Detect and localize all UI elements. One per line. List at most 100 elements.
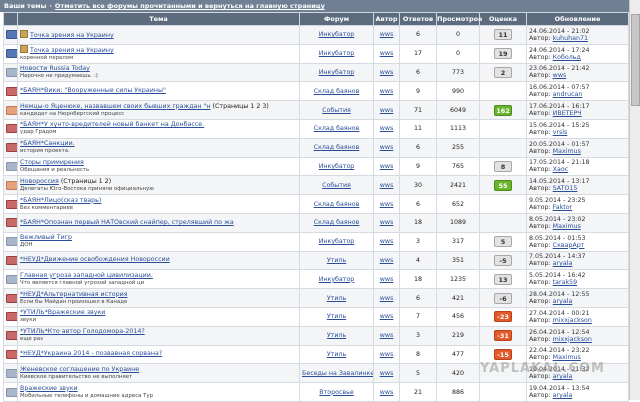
forum-link[interactable]: Второсвье (319, 389, 353, 396)
col-forum[interactable]: Форум (299, 12, 374, 26)
topic-title-link[interactable]: Новости Russia Today (20, 65, 90, 72)
forum-link[interactable]: Утиль (327, 313, 346, 320)
update-author-link[interactable]: Faktor (553, 204, 572, 211)
topic-title-link[interactable]: Немцы-о Яценюке, назвавшем своих бывших … (20, 103, 211, 110)
update-author-link[interactable]: Maximus (553, 223, 581, 230)
topic-title-link[interactable]: *БАЯН*Вики: "Вооруженные силы Украины" (20, 87, 166, 94)
author-link[interactable]: wws (380, 144, 394, 151)
author-link[interactable]: wws (380, 332, 394, 339)
forum-link[interactable]: Склад баянов (314, 88, 360, 95)
topic-title-link[interactable]: *БАЯН*Лицо(сказ тварь) (20, 197, 101, 204)
topic-pages[interactable]: (Страницы 1 2) (61, 178, 111, 185)
topic-title-link[interactable]: *БАЯН*У хунто-вредителей новый банкет на… (20, 121, 204, 128)
rating-badge[interactable]: 19 (494, 48, 512, 60)
col-replies[interactable]: Ответов (399, 12, 437, 26)
update-author-link[interactable]: SATO15 (553, 185, 578, 192)
topic-title-link[interactable]: *УТИЛЬ*Кто автор Голодомора-2014? (20, 328, 145, 335)
update-author-link[interactable]: mixxjackson (553, 317, 592, 324)
forum-link[interactable]: События (322, 182, 351, 189)
forum-link[interactable]: Склад баянов (314, 144, 360, 151)
update-author-link[interactable]: vrsls (553, 129, 568, 136)
update-author-link[interactable]: mixxjackson (553, 336, 592, 343)
rating-badge[interactable]: -23 (494, 311, 512, 323)
topic-title-link[interactable]: *БАЯН*Опознан первый НАТОвский снайпер, … (20, 219, 234, 226)
col-rating[interactable]: Оценка (479, 12, 527, 26)
update-author-link[interactable]: aryala (553, 260, 573, 267)
author-link[interactable]: wws (380, 389, 394, 396)
update-author-link[interactable]: tarak59 (553, 279, 577, 286)
topic-title-link[interactable]: *НЕУД*Движение освобождения Новороссии (20, 256, 170, 263)
author-link[interactable]: wws (380, 238, 394, 245)
author-link[interactable]: wws (380, 219, 394, 226)
author-link[interactable]: wws (380, 182, 394, 189)
col-author[interactable]: Автор (373, 12, 400, 26)
rating-badge[interactable]: -15 (494, 348, 512, 360)
forum-link[interactable]: Утиль (327, 332, 346, 339)
update-author-link[interactable]: Кобольд (553, 54, 581, 61)
forum-link[interactable]: Утиль (327, 295, 346, 302)
col-views[interactable]: Просмотров (436, 12, 482, 26)
topic-title-link[interactable]: Вражеские звуки (20, 385, 78, 392)
update-author-link[interactable]: aryala (553, 392, 573, 399)
author-link[interactable]: wws (380, 370, 394, 377)
author-link[interactable]: wws (380, 201, 394, 208)
topic-title-link[interactable]: *УТИЛЬ*Вражеские звуки (20, 309, 105, 316)
author-link[interactable]: wws (380, 313, 394, 320)
rating-badge[interactable]: -6 (494, 292, 512, 304)
rating-badge[interactable]: -31 (494, 330, 512, 342)
forum-link[interactable]: Утиль (327, 257, 346, 264)
author-link[interactable]: wws (380, 125, 394, 132)
forum-link[interactable]: Инкубатор (319, 50, 355, 57)
topic-title-link[interactable]: *НЕУД*Альтернативная история (20, 291, 128, 298)
author-link[interactable]: wws (380, 50, 394, 57)
author-link[interactable]: wws (380, 276, 394, 283)
topic-title-link[interactable]: *НЕУД*Украина 2014 - позвавная сорвана? (20, 350, 162, 357)
forum-link[interactable]: События (322, 107, 351, 114)
topic-title-link[interactable]: Точка зрения на Украину (30, 32, 114, 39)
rating-badge[interactable]: -5 (494, 254, 512, 266)
topic-title-link[interactable]: Сторы примирения (20, 159, 84, 166)
author-link[interactable]: wws (380, 295, 394, 302)
topic-title-link[interactable]: Точка зрения на Украину (30, 47, 114, 54)
update-author-link[interactable]: ИВЕТЕРЧ (553, 110, 582, 117)
rating-badge[interactable]: 162 (494, 104, 512, 116)
author-link[interactable]: wws (380, 351, 394, 358)
forum-link[interactable]: Склад баянов (314, 219, 360, 226)
scrollbar-thumb[interactable] (631, 14, 640, 106)
topic-title-link[interactable]: *БАЯН*Санкции. (20, 140, 75, 147)
author-link[interactable]: wws (380, 163, 394, 170)
topic-title-link[interactable]: Новороссия (20, 178, 59, 185)
mark-all-read-link[interactable]: Отметить все форумы прочитанными и верну… (55, 2, 325, 10)
vertical-scrollbar[interactable] (629, 0, 640, 400)
update-author-link[interactable]: aryala (553, 298, 573, 305)
rating-badge[interactable]: 55 (494, 179, 512, 191)
author-link[interactable]: wws (380, 31, 394, 38)
forum-link[interactable]: Инкубатор (319, 276, 355, 283)
forum-link[interactable]: Инкубатор (319, 163, 355, 170)
update-author-link[interactable]: СкварАрт (553, 242, 585, 249)
update-author-link[interactable]: Хаос (553, 166, 569, 173)
topic-title-link[interactable]: Женевское соглашение по Украине (20, 366, 139, 373)
forum-link[interactable]: Склад баянов (314, 125, 360, 132)
rating-badge[interactable]: 2 (494, 66, 512, 78)
author-link[interactable]: wws (380, 107, 394, 114)
author-link[interactable]: wws (380, 257, 394, 264)
col-updated[interactable]: Обновление (526, 12, 629, 26)
update-author-link[interactable]: Maximus (553, 148, 581, 155)
topic-title-link[interactable]: Главная угроза западной цивилизации. (20, 272, 153, 279)
rating-badge[interactable]: 5 (494, 236, 512, 248)
author-link[interactable]: wws (380, 88, 394, 95)
author-link[interactable]: wws (380, 69, 394, 76)
update-author-link[interactable]: kuhuhan71 (553, 35, 588, 42)
rating-badge[interactable]: 11 (494, 29, 512, 41)
update-author-link[interactable]: andrucan (553, 91, 583, 98)
forum-link[interactable]: Утиль (327, 351, 346, 358)
topic-title-link[interactable]: Вежливый Тигр (20, 234, 72, 241)
forum-link[interactable]: Инкубатор (319, 238, 355, 245)
topic-pages[interactable]: (Страницы 1 2 3) (213, 103, 269, 110)
forum-link[interactable]: Инкубатор (319, 31, 355, 38)
rating-badge[interactable]: 13 (494, 273, 512, 285)
update-author-link[interactable]: wws (553, 72, 567, 79)
forum-link[interactable]: Склад баянов (314, 201, 360, 208)
forum-link[interactable]: Инкубатор (319, 69, 355, 76)
